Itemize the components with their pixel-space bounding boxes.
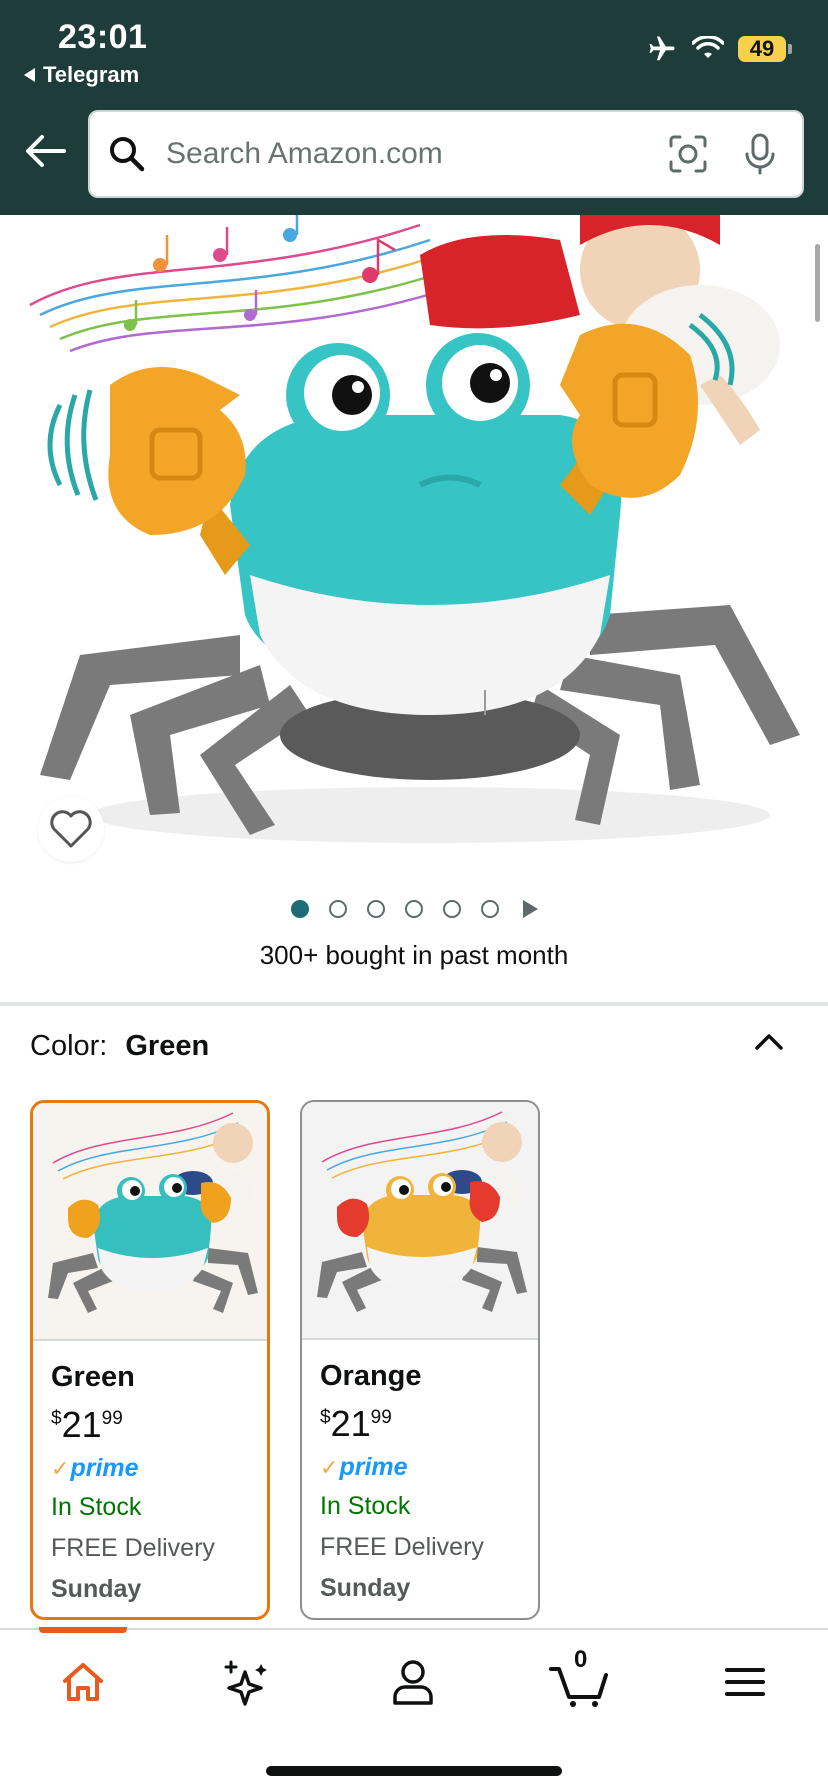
color-option-thumbnail bbox=[33, 1103, 267, 1341]
back-to-app-link[interactable]: Telegram bbox=[24, 62, 139, 88]
home-icon bbox=[63, 1663, 103, 1701]
stock-status: In Stock bbox=[51, 1493, 142, 1521]
color-option-price: $2199 bbox=[51, 1404, 123, 1445]
delivery-day: Sunday bbox=[51, 1575, 142, 1603]
airplane-icon bbox=[649, 36, 675, 61]
microphone-icon[interactable] bbox=[744, 132, 776, 176]
carousel-dot[interactable] bbox=[442, 900, 461, 918]
stock-status: In Stock bbox=[320, 1492, 411, 1520]
prime-badge: ✓ prime bbox=[51, 1454, 139, 1482]
product-image-carousel[interactable] bbox=[0, 215, 828, 857]
crab-body-graphic bbox=[230, 415, 622, 715]
cart-count: 0 bbox=[574, 1646, 588, 1673]
image-scrollbar bbox=[815, 244, 820, 322]
carousel-dot[interactable] bbox=[366, 900, 385, 918]
bought-count: 300+ bought in past month bbox=[259, 940, 569, 970]
back-triangle-icon bbox=[24, 68, 35, 82]
back-app-label: Telegram bbox=[43, 62, 140, 87]
carousel-dot[interactable] bbox=[404, 900, 423, 918]
back-arrow-icon[interactable] bbox=[24, 134, 66, 168]
add-to-list-button[interactable] bbox=[38, 796, 104, 862]
video-play-icon[interactable] bbox=[522, 900, 538, 918]
color-label-row: Color: Green bbox=[30, 1030, 209, 1063]
search-bar[interactable]: Search Amazon.com bbox=[88, 110, 804, 198]
heart-icon bbox=[50, 810, 92, 848]
chevron-up-icon[interactable] bbox=[754, 1032, 784, 1052]
home-indicator bbox=[266, 1766, 562, 1776]
carousel-indicator[interactable] bbox=[0, 900, 828, 918]
prime-check-icon: ✓ bbox=[320, 1454, 339, 1480]
carousel-dot[interactable] bbox=[480, 900, 499, 918]
app-header: 23:01 Telegram 49 Search Amazon.com bbox=[0, 0, 828, 215]
wifi-icon bbox=[692, 36, 724, 58]
music-notes-graphic bbox=[29, 215, 461, 353]
product-image bbox=[29, 215, 800, 843]
color-option-name: Orange bbox=[320, 1360, 422, 1392]
tab-rufus-ai[interactable] bbox=[212, 1652, 282, 1712]
battery-level: 49 bbox=[738, 36, 786, 62]
search-input[interactable]: Search Amazon.com bbox=[166, 137, 668, 171]
prime-check-icon: ✓ bbox=[51, 1455, 70, 1481]
battery-indicator: 49 bbox=[738, 36, 792, 62]
user-icon bbox=[393, 1660, 433, 1705]
active-tab-indicator bbox=[39, 1627, 127, 1633]
color-option-name: Green bbox=[51, 1361, 135, 1393]
tab-menu[interactable] bbox=[710, 1652, 780, 1712]
color-option-price: $2199 bbox=[320, 1403, 392, 1444]
hamburger-menu-icon bbox=[725, 1668, 765, 1696]
tab-home[interactable] bbox=[48, 1652, 118, 1712]
color-option-thumbnail bbox=[302, 1102, 538, 1340]
section-divider bbox=[0, 1002, 828, 1006]
delivery-text: FREE Delivery bbox=[320, 1533, 484, 1561]
tab-account[interactable] bbox=[378, 1652, 448, 1712]
color-selected-value: Green bbox=[125, 1030, 210, 1062]
prime-badge: ✓ prime bbox=[320, 1453, 408, 1481]
color-option-green[interactable]: Green $2199 ✓ prime In Stock FREE Deliver… bbox=[30, 1100, 270, 1620]
carousel-dot[interactable] bbox=[290, 900, 309, 918]
status-time: 23:01 bbox=[58, 18, 148, 56]
camera-search-icon[interactable] bbox=[668, 134, 708, 174]
tab-cart[interactable]: 0 bbox=[544, 1646, 614, 1712]
delivery-day: Sunday bbox=[320, 1574, 411, 1602]
search-icon bbox=[110, 137, 145, 172]
sparkle-icon bbox=[224, 1660, 267, 1706]
color-option-orange[interactable]: Orange $2199 ✓ prime In Stock FREE Delive… bbox=[300, 1100, 540, 1620]
delivery-text: FREE Delivery bbox=[51, 1534, 215, 1562]
status-icons: 49 bbox=[646, 34, 792, 64]
color-label: Color: bbox=[30, 1030, 108, 1062]
carousel-dot[interactable] bbox=[328, 900, 347, 918]
